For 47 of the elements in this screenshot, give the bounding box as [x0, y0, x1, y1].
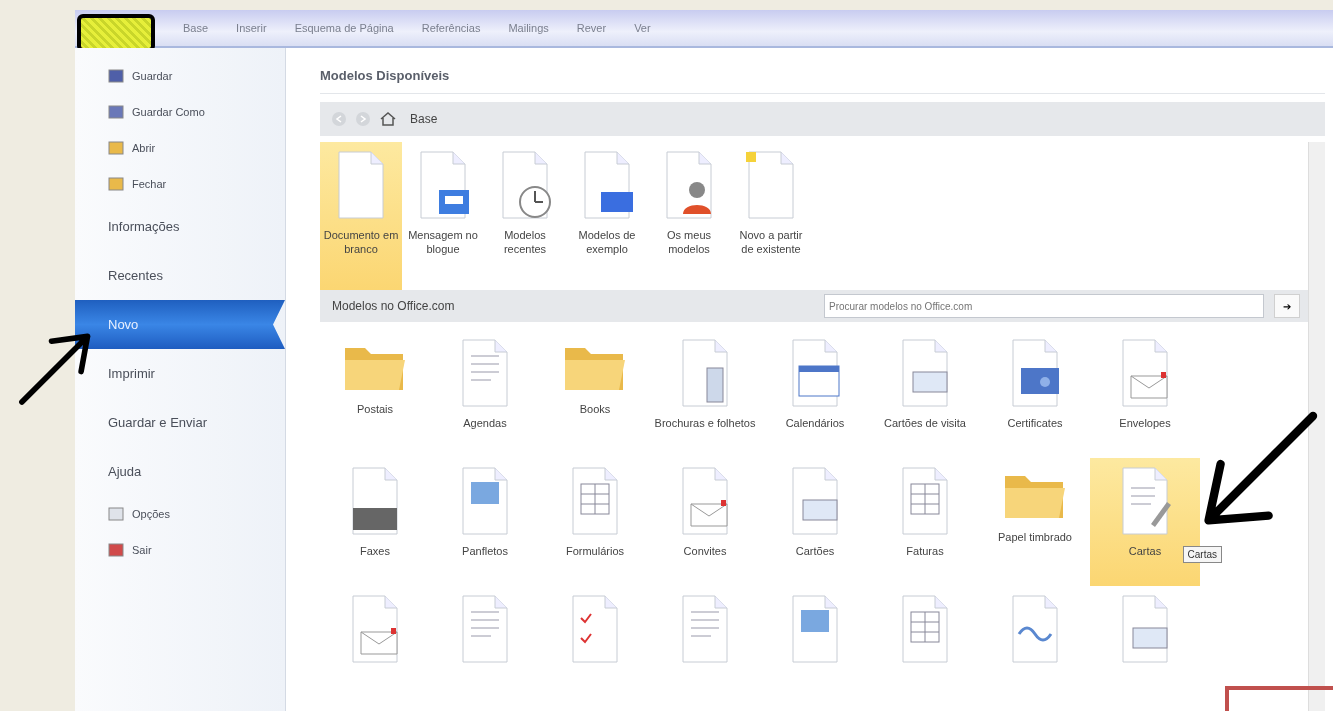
- breadcrumb: Base: [410, 112, 438, 126]
- scrollbar[interactable]: [1308, 142, 1325, 711]
- template-item[interactable]: Books: [540, 330, 650, 458]
- ribbon-tab[interactable]: Ver: [620, 18, 665, 38]
- chevron-left-icon: [336, 115, 342, 123]
- sidebar-item[interactable]: Opções: [75, 496, 285, 532]
- tooltip: Cartas: [1182, 546, 1222, 563]
- template-item[interactable]: Envelopes: [1090, 330, 1200, 458]
- sidebar-item[interactable]: Abrir: [75, 130, 285, 166]
- template-item[interactable]: Agendas: [430, 330, 540, 458]
- template-item[interactable]: Faxes: [320, 458, 430, 586]
- template-item[interactable]: Os meus modelos: [648, 142, 730, 290]
- search-field[interactable]: Procurar modelos no Office.com: [824, 294, 1264, 318]
- template-item[interactable]: Papel timbrado: [980, 458, 1090, 586]
- sidebar-item[interactable]: Guardar Como: [75, 94, 285, 130]
- sidebar-item[interactable]: Ajuda: [75, 447, 285, 496]
- home-icon: [380, 112, 396, 126]
- template-item[interactable]: Postais: [320, 330, 430, 458]
- template-item[interactable]: Panfletos: [430, 458, 540, 586]
- sidebar-item[interactable]: Sair: [75, 532, 285, 568]
- sidebar-item[interactable]: Recentes: [75, 251, 285, 300]
- search-button[interactable]: ➔: [1274, 294, 1300, 318]
- back-button[interactable]: [332, 112, 346, 126]
- forward-button[interactable]: [356, 112, 370, 126]
- sidebar-item[interactable]: Fechar: [75, 166, 285, 202]
- template-item[interactable]: Cartões de visita: [870, 330, 980, 458]
- sidebar-item[interactable]: Informações: [75, 202, 285, 251]
- template-item[interactable]: Faturas: [870, 458, 980, 586]
- sidebar-item[interactable]: Imprimir: [75, 349, 285, 398]
- template-item[interactable]: Modelos recentes: [484, 142, 566, 290]
- template-item[interactable]: Novo a partir de existente: [730, 142, 812, 290]
- template-item[interactable]: Formulários: [540, 458, 650, 586]
- chevron-right-icon: [360, 115, 366, 123]
- template-item[interactable]: Documento em branco: [320, 142, 402, 290]
- template-item[interactable]: Certificates: [980, 330, 1090, 458]
- template-item[interactable]: Modelos de exemplo: [566, 142, 648, 290]
- template-item[interactable]: Brochuras e folhetos: [650, 330, 760, 458]
- section-title: Modelos no Office.com: [332, 299, 456, 313]
- section-title: Modelos Disponíveis: [320, 68, 1325, 94]
- template-item[interactable]: Cartões: [760, 458, 870, 586]
- template-item[interactable]: Mensagem no blogue: [402, 142, 484, 290]
- template-item[interactable]: Convites: [650, 458, 760, 586]
- sidebar-item[interactable]: Guardar: [75, 58, 285, 94]
- ribbon-tab[interactable]: Rever: [562, 18, 621, 38]
- sidebar-item[interactable]: Guardar e Enviar: [75, 398, 285, 447]
- template-item[interactable]: Calendários: [760, 330, 870, 458]
- ribbon-tab[interactable]: Esquema de Página: [280, 18, 408, 38]
